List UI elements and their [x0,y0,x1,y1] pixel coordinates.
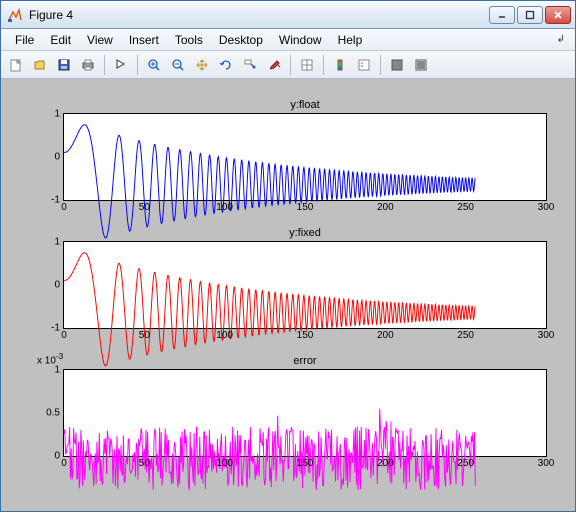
new-figure-button[interactable] [5,54,27,76]
menubar: File Edit View Insert Tools Desktop Wind… [1,29,575,51]
rotate-button[interactable] [215,54,237,76]
open-button[interactable] [29,54,51,76]
axes-1[interactable]: 1 0 -1 0 50 100 150 200 250 300 [63,113,547,201]
insert-legend-button[interactable] [353,54,375,76]
subplot-3-title: error [63,353,547,369]
figure-window: Figure 4 File Edit View Insert Tools Des… [0,0,576,512]
menu-insert[interactable]: Insert [121,30,167,50]
brush-button[interactable] [263,54,285,76]
axes-area: y:float 1 0 -1 0 50 100 150 200 250 3 [1,79,575,511]
axes-2[interactable]: 1 0 -1 0 50 100 150 200 250 300 [63,241,547,329]
menu-help[interactable]: Help [330,30,371,50]
xticks-1: 0 50 100 150 200 250 300 [64,202,546,216]
menu-tools[interactable]: Tools [167,30,211,50]
subplot-2-title: y:fixed [63,225,547,241]
xticks-2: 0 50 100 150 200 250 300 [64,330,546,344]
save-button[interactable] [53,54,75,76]
hide-tools-button[interactable] [386,54,408,76]
link-button[interactable] [296,54,318,76]
insert-colorbar-button[interactable] [329,54,351,76]
subplot-1: y:float 1 0 -1 0 50 100 150 200 250 3 [63,97,547,201]
data-cursor-button[interactable] [239,54,261,76]
yticks-2: 1 0 -1 [28,242,60,328]
zoom-in-button[interactable] [143,54,165,76]
window-title: Figure 4 [29,8,489,22]
pan-button[interactable] [191,54,213,76]
toolbar [1,51,575,79]
subplot-2: y:fixed 1 0 -1 0 50 100 150 200 250 3 [63,225,547,329]
menu-view[interactable]: View [79,30,121,50]
subplot-1-title: y:float [63,97,547,113]
menu-file[interactable]: File [7,30,42,50]
yticks-1: 1 0 -1 [28,114,60,200]
yticks-3: 1 0.5 0 [28,370,60,456]
minimize-button[interactable] [489,6,515,24]
axes-3[interactable]: 1 0.5 0 0 50 100 150 200 250 300 [63,369,547,457]
menu-window[interactable]: Window [271,30,330,50]
show-tools-button[interactable] [410,54,432,76]
xticks-3: 0 50 100 150 200 250 300 [64,458,546,472]
matlab-icon [7,7,23,23]
maximize-button[interactable] [517,6,543,24]
edit-plot-button[interactable] [110,54,132,76]
zoom-out-button[interactable] [167,54,189,76]
line-error [64,370,546,511]
menu-edit[interactable]: Edit [42,30,79,50]
titlebar[interactable]: Figure 4 [1,1,575,29]
dock-icon[interactable]: ↲ [557,34,569,45]
menu-desktop[interactable]: Desktop [211,30,271,50]
print-button[interactable] [77,54,99,76]
subplot-3: x 10-3 error 1 0.5 0 0 50 100 150 200 25… [63,353,547,457]
close-button[interactable] [545,6,571,24]
